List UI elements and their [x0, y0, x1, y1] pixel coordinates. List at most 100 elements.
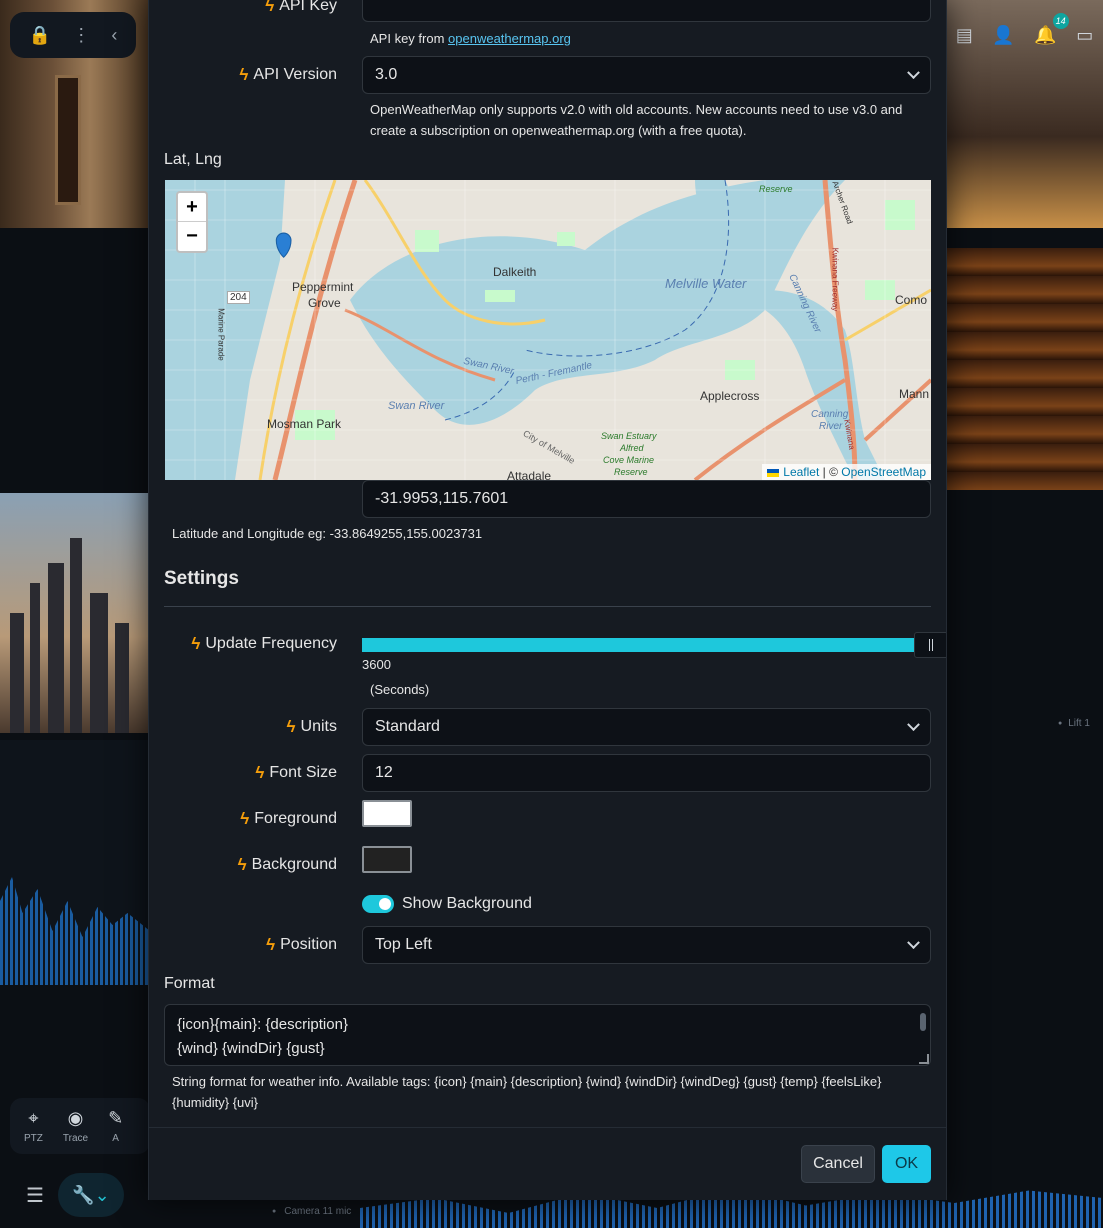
bolt-icon: ϟ [286, 717, 296, 736]
font-size-label: ϟ Font Size [255, 763, 337, 782]
position-select[interactable]: Top Left [362, 926, 931, 964]
position-label: ϟ Position [266, 935, 337, 954]
map-label-cove-marine: Cove Marine [603, 455, 655, 465]
map-label-como: Como [895, 293, 928, 307]
more-vertical-icon[interactable]: ⋮ [72, 25, 90, 46]
crosshair-icon: ⌖ [28, 1108, 39, 1128]
chevron-down-icon [907, 717, 920, 731]
bell-icon[interactable]: 🔔 14 [1034, 12, 1069, 46]
foreground-label: ϟ Foreground [240, 809, 337, 828]
lock-icon[interactable]: 🔒 [29, 25, 51, 46]
map-label-alfred: Alfred [620, 443, 644, 453]
wrench-menu-button[interactable]: 🔧⌄ [57, 1173, 124, 1217]
units-select[interactable]: Standard [362, 708, 931, 746]
partial-tool[interactable]: ✎ A [108, 1108, 123, 1144]
bolt-icon: ϟ [240, 809, 250, 828]
location-marker-icon[interactable] [272, 228, 296, 268]
lat-lng-help: Latitude and Longitude eg: -33.8649255,1… [172, 526, 483, 541]
weather-settings-dialog: ϟ API Key API key from openweathermap.org… [148, 0, 947, 1200]
eye-icon: ◉ [67, 1108, 84, 1128]
sliders-icon[interactable]: ☰ [26, 1183, 44, 1208]
settings-divider [164, 606, 931, 607]
background-color-picker[interactable] [362, 846, 412, 873]
map-label-melville-water: Melville Water [665, 276, 747, 291]
audio-level-tile[interactable] [0, 740, 150, 985]
map-label-applecross: Applecross [700, 389, 760, 403]
cancel-button[interactable]: Cancel [801, 1145, 875, 1183]
format-help: String format for weather info. Availabl… [172, 1074, 882, 1110]
textarea-scrollbar[interactable] [920, 1013, 926, 1031]
building [115, 623, 129, 733]
bolt-icon: ϟ [237, 855, 247, 874]
lat-lng-input[interactable]: -31.9953,115.7601 [362, 480, 931, 518]
ptz-tool[interactable]: ⌖ PTZ [24, 1108, 43, 1144]
leaflet-link[interactable]: Leaflet [783, 465, 819, 479]
units-label: ϟ Units [286, 717, 337, 736]
chevron-down-icon [907, 65, 920, 79]
api-version-help: OpenWeatherMap only supports v2.0 with o… [370, 102, 903, 138]
chevron-left-icon[interactable]: ‹ [111, 25, 117, 46]
api-key-label: ϟ API Key [265, 0, 337, 16]
update-frequency-slider-thumb[interactable] [913, 632, 946, 658]
map-label-peppermint: Peppermint [292, 280, 354, 294]
bolt-icon: ϟ [255, 763, 265, 782]
location-map[interactable]: + − Peppermint Grove Dalkeith Mosman Par… [165, 180, 931, 480]
layout-icon[interactable]: ▤ [956, 25, 973, 46]
api-version-select[interactable]: 3.0 [362, 56, 931, 94]
font-size-input[interactable]: 12 [362, 754, 931, 792]
chevron-down-icon [907, 935, 920, 949]
map-label-reserve: Reserve [759, 184, 793, 194]
map-label-kwinana-fwy: Kwinana Freeway [830, 247, 840, 312]
grip-icon [928, 639, 933, 651]
map-label-river: River [819, 421, 843, 432]
tool-icon: ✎ [108, 1108, 124, 1128]
api-key-input[interactable] [362, 0, 931, 22]
openweathermap-link[interactable]: openweathermap.org [448, 31, 571, 46]
zoom-in-button[interactable]: + [178, 193, 206, 222]
bottom-bar: ☰ 🔧⌄ [10, 1172, 150, 1218]
api-version-label: ϟ API Version [239, 65, 337, 84]
map-label-canning: Canning [811, 409, 849, 420]
openstreetmap-link[interactable]: OpenStreetMap [841, 465, 926, 479]
building [30, 583, 40, 733]
screen-icon[interactable]: ▭ [1076, 25, 1093, 46]
map-label-dalkeith: Dalkeith [493, 265, 537, 279]
update-frequency-slider-track[interactable] [362, 638, 914, 652]
update-frequency-label: ϟ Update Frequency [191, 634, 337, 653]
format-textarea[interactable]: {icon}{main}: {description} {wind} {wind… [164, 1004, 931, 1066]
map-attribution: Leaflet | © OpenStreetMap [762, 464, 931, 480]
show-background-toggle[interactable] [362, 895, 394, 913]
audio-bars [0, 877, 150, 985]
map-label-marine-parade: Marine Parade [216, 308, 226, 361]
format-label: Format [164, 975, 215, 992]
map-zoom-control: + − [176, 191, 208, 253]
camera-tile-city[interactable] [0, 493, 150, 733]
top-right-toolbar: ▤ 👤 🔔 14 ▭ [946, 12, 1103, 52]
map-label-mosman-park: Mosman Park [267, 417, 342, 431]
building [48, 563, 64, 733]
resize-handle-icon[interactable] [919, 1054, 929, 1064]
notification-badge: 14 [1052, 12, 1069, 29]
user-icon[interactable]: 👤 [992, 25, 1014, 46]
map-label-swan-river-2: Swan River [388, 400, 445, 412]
bolt-icon: ϟ [191, 634, 201, 653]
map-label-swan-estuary: Swan Estuary [601, 431, 657, 441]
bolt-icon: ϟ [239, 65, 249, 84]
ok-button[interactable]: OK [882, 1145, 931, 1183]
trace-tool[interactable]: ◉ Trace [63, 1108, 88, 1144]
building [70, 538, 82, 733]
background-label: ϟ Background [237, 855, 337, 874]
map-label-grove: Grove [308, 296, 341, 310]
lat-lng-label: Lat, Lng [164, 151, 222, 168]
map-label-204: 204 [227, 291, 250, 304]
lift-label: Lift 1 [1058, 718, 1090, 729]
building [90, 593, 108, 733]
update-frequency-value: 3600 [362, 657, 391, 672]
camera-tile-shelves[interactable] [946, 248, 1103, 490]
map-label-attadale: Attadale [507, 469, 552, 480]
zoom-out-button[interactable]: − [178, 222, 206, 251]
foreground-color-picker[interactable] [362, 800, 412, 827]
camera-tool-bar: ⌖ PTZ ◉ Trace ✎ A [10, 1098, 150, 1154]
top-left-toolbar: 🔒 ⋮ ‹ [10, 12, 136, 58]
map-label-mann: Mann [899, 387, 930, 401]
